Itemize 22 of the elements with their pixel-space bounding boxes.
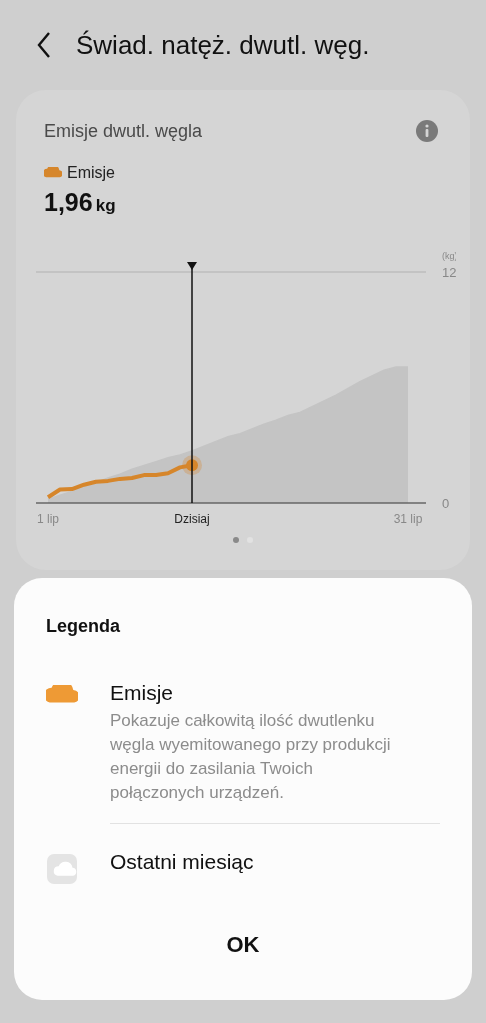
dialog-title: Legenda: [46, 616, 121, 637]
legend-item-label: Emisje: [110, 681, 174, 705]
cloud-icon: [46, 685, 78, 705]
page-indicator[interactable]: [233, 537, 239, 543]
unit-label: kg: [95, 196, 116, 216]
cloud-icon: [47, 854, 77, 884]
x-tick-label: 1 lip: [37, 512, 59, 526]
card-title: Emisje dwutl. węgla: [44, 120, 203, 142]
x-tick-label: 31 lip: [393, 512, 423, 526]
y-tick-label: 0: [442, 496, 450, 511]
legend-description: Pokazuje całkowitą ilość dwutlenku węgla wyemitowanego przy produkcji energii do zasilania Twoich połączonych urządzeń.: [110, 710, 392, 804]
current-point: [182, 455, 202, 476]
y-tick-label: 12: [442, 265, 456, 280]
cloud-icon: [44, 167, 62, 179]
legend-label: Emisje: [67, 164, 115, 182]
x-tick-label: Dzisiaj: [174, 512, 210, 526]
ok-button[interactable]: OK: [210, 926, 276, 964]
legend-item-label: Ostatni miesiąc: [110, 850, 254, 874]
info-icon[interactable]: [416, 120, 438, 142]
page-title: Świad. natęż. dwutl. węg.: [76, 29, 370, 61]
emission-value: 1,96: [44, 188, 93, 217]
back-icon: [36, 31, 52, 59]
